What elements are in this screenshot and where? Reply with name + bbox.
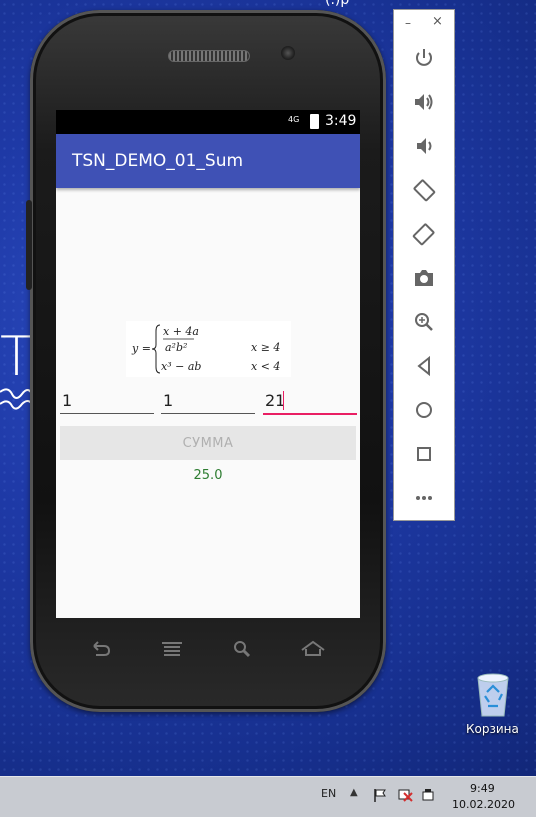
recycle-bin-label: Корзина <box>466 722 519 736</box>
taskbar: EN ▲ 9:49 10.02.2020 <box>0 776 536 817</box>
phone-nav-bar <box>30 640 386 664</box>
phone-camera <box>281 46 295 60</box>
input-1[interactable] <box>60 388 156 412</box>
formula-cond2: x < 4 <box>251 360 280 373</box>
emu-home-icon[interactable] <box>410 396 438 424</box>
input-3[interactable] <box>263 388 359 412</box>
tray-expand-icon[interactable]: ▲ <box>350 787 358 798</box>
desktop-top-text: (.)р <box>325 0 350 8</box>
formula-cond1: x ≥ 4 <box>251 341 280 354</box>
language-indicator[interactable]: EN <box>321 787 336 800</box>
formula-image: y = x + 4a a²b² x³ − ab x ≥ 4 x < 4 <box>126 321 291 377</box>
status-time: 3:49 <box>325 113 357 129</box>
battery-icon <box>310 114 319 129</box>
phone-frame: 4G 3:49 TSN_DEMO_01_Sum y = x + 4a a²b² … <box>26 10 386 712</box>
rotate-left-icon[interactable] <box>410 176 438 204</box>
formula-case3-expr: x³ − ab <box>161 360 201 373</box>
flag-icon[interactable] <box>372 787 388 803</box>
menu-icon[interactable] <box>160 640 184 662</box>
input-field-1[interactable] <box>60 388 156 414</box>
phone-speaker <box>168 50 250 62</box>
input-2[interactable] <box>161 388 257 412</box>
more-icon[interactable] <box>410 484 438 512</box>
formula-lhs: y = <box>131 342 151 355</box>
formula-case1-expr: x + 4a <box>163 325 199 338</box>
clock-date[interactable]: 10.02.2020 <box>452 798 515 811</box>
status-bar: 4G 3:49 <box>56 110 360 134</box>
emulator-toolbar: – × <box>393 9 455 521</box>
text-cursor <box>283 391 284 410</box>
formula-case2-expr: a²b² <box>165 341 187 354</box>
close-button[interactable]: × <box>432 14 443 29</box>
result-text: 25.0 <box>193 468 223 483</box>
power-icon[interactable] <box>410 44 438 72</box>
rotate-right-icon[interactable] <box>410 220 438 248</box>
camera-icon[interactable] <box>410 264 438 292</box>
phone-screen: 4G 3:49 TSN_DEMO_01_Sum y = x + 4a a²b² … <box>56 110 360 618</box>
search-icon[interactable] <box>232 640 252 662</box>
desktop-logo-ornament <box>0 386 33 412</box>
zoom-icon[interactable] <box>410 308 438 336</box>
phone-side-button[interactable] <box>26 200 32 290</box>
input-field-2[interactable] <box>161 388 257 414</box>
network-icon[interactable] <box>397 787 413 803</box>
toolbar-titlebar: – × <box>394 10 454 36</box>
network-indicator: 4G <box>288 115 300 124</box>
clock-time[interactable]: 9:49 <box>470 782 495 795</box>
back-icon[interactable] <box>90 640 112 662</box>
app-bar: TSN_DEMO_01_Sum <box>56 134 360 188</box>
recycle-bin-icon[interactable] <box>474 672 512 718</box>
home-icon[interactable] <box>300 640 326 662</box>
volume-down-icon[interactable] <box>410 132 438 160</box>
overview-icon[interactable] <box>410 440 438 468</box>
emu-back-icon[interactable] <box>410 352 438 380</box>
app-title: TSN_DEMO_01_Sum <box>72 151 244 171</box>
volume-icon[interactable] <box>420 787 436 803</box>
sum-button[interactable]: СУММА <box>60 426 356 460</box>
minimize-button[interactable]: – <box>405 16 411 30</box>
volume-up-icon[interactable] <box>410 88 438 116</box>
input-field-3[interactable] <box>263 388 359 415</box>
